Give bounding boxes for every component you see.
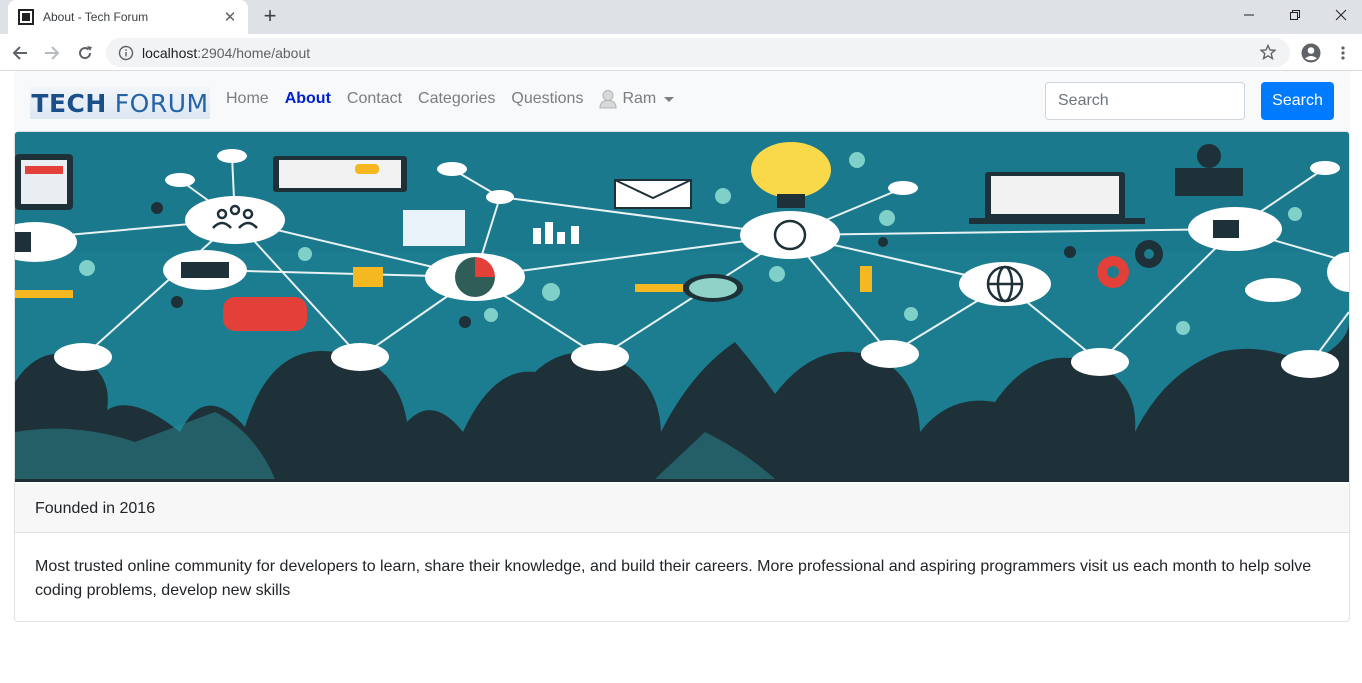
profile-avatar-icon[interactable] (1297, 39, 1325, 67)
banner-image (15, 132, 1349, 482)
bookmark-star-icon[interactable] (1260, 44, 1276, 60)
browser-toolbar: localhost:2904/home/about (0, 34, 1362, 71)
nav-link-home[interactable]: Home (226, 90, 269, 108)
tab-close-icon[interactable]: ✕ (222, 8, 238, 26)
url-path: :2904/home/about (197, 44, 311, 61)
forward-arrow-icon[interactable] (38, 39, 66, 67)
user-name: Ram (622, 90, 657, 107)
back-arrow-icon[interactable] (6, 39, 34, 67)
nav-links: Home About Contact Categories Questions … (226, 89, 675, 109)
banner-illustration (15, 132, 1349, 479)
new-tab-icon[interactable]: + (258, 4, 282, 28)
chevron-down-icon (664, 96, 675, 102)
brand-logo[interactable]: TECH FORUM (30, 87, 210, 119)
url-host: localhost (142, 44, 198, 61)
site-favicon-icon (18, 9, 34, 25)
nav-link-categories[interactable]: Categories (418, 90, 495, 108)
minimize-icon[interactable] (1226, 0, 1272, 30)
nav-link-about[interactable]: About (285, 90, 331, 108)
nav-link-contact[interactable]: Contact (347, 90, 402, 108)
card-body-text: Most trusted online community for develo… (35, 558, 1312, 599)
restore-icon[interactable] (1272, 0, 1318, 30)
tab-title: About - Tech Forum (43, 10, 149, 24)
browser-tab-bar: About - Tech Forum ✕ + (0, 0, 1362, 34)
browser-tab[interactable]: About - Tech Forum ✕ (8, 0, 248, 34)
nav-link-questions[interactable]: Questions (511, 90, 583, 108)
brand-text-forum: FORUM (114, 88, 209, 118)
search-button[interactable]: Search (1261, 82, 1334, 120)
close-window-icon[interactable] (1318, 0, 1362, 30)
user-icon (599, 90, 617, 109)
reload-icon[interactable] (71, 39, 99, 67)
address-bar[interactable]: localhost:2904/home/about (106, 38, 1290, 67)
about-card: Founded in 2016 Most trusted online comm… (14, 131, 1350, 622)
user-dropdown[interactable]: Ram (599, 89, 675, 109)
browser-menu-icon[interactable] (1329, 39, 1357, 67)
card-header: Founded in 2016 (15, 484, 1349, 533)
info-icon[interactable] (118, 45, 134, 61)
site-navbar: TECH FORUM Home About Contact Categories … (14, 71, 1350, 131)
brand-text-tech: TECH (31, 88, 107, 118)
search-input[interactable] (1045, 82, 1245, 120)
